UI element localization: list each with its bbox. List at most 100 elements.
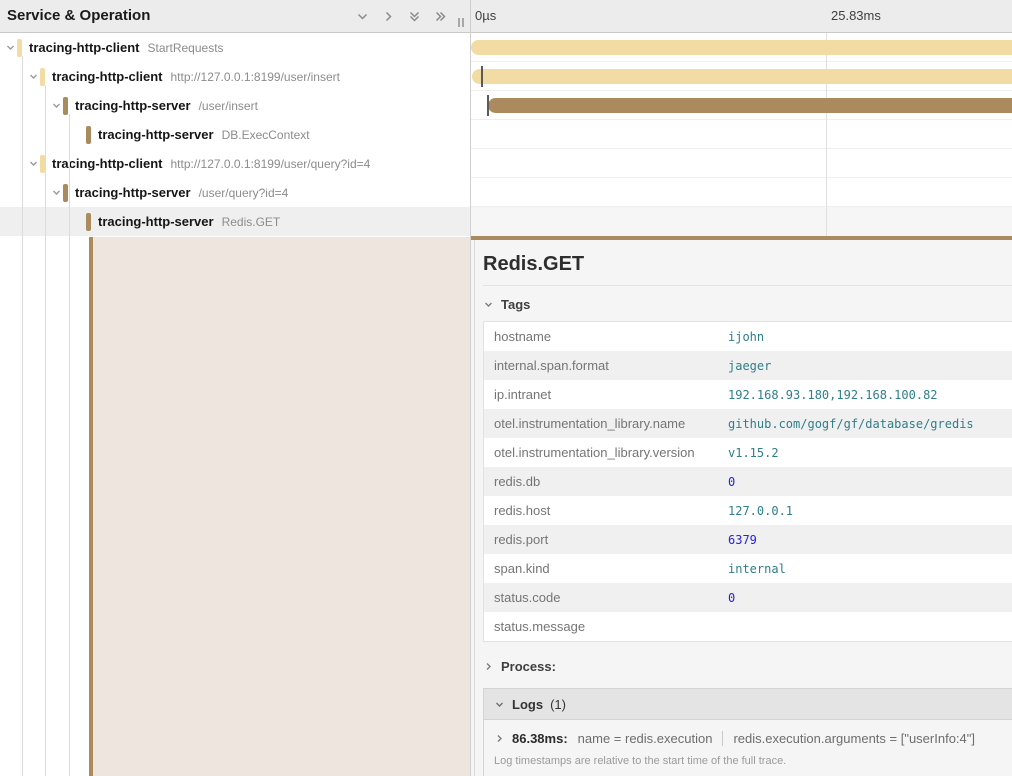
process-label: Process:: [501, 659, 556, 674]
tag-value: jaeger: [728, 359, 771, 373]
span-service: tracing-http-server: [75, 98, 191, 113]
trace-timeline-view: tracing-http-client StartRequests tracin…: [0, 0, 1012, 776]
chevron-right-icon: [494, 733, 505, 744]
tag-key: status.code: [484, 590, 728, 605]
span-bar[interactable]: [472, 69, 1012, 84]
span-service: tracing-http-server: [75, 185, 191, 200]
tag-key: hostname: [484, 329, 728, 344]
chevron-down-icon: [494, 699, 505, 710]
chevron-down-icon[interactable]: [3, 41, 17, 55]
log-field: name = redis.execution: [572, 731, 723, 746]
span-color-bar: [86, 126, 91, 144]
span-row[interactable]: tracing-http-client http://127.0.0.1:819…: [0, 62, 470, 91]
process-accordion-header[interactable]: Process:: [483, 659, 1012, 674]
expand-one-icon[interactable]: [381, 9, 396, 24]
span-list-header: Service & Operation: [0, 0, 470, 33]
timeline-tick-label: 0µs: [475, 8, 496, 23]
timeline-row[interactable]: [471, 149, 1012, 178]
span-row[interactable]: tracing-http-server DB.ExecContext: [0, 120, 470, 149]
span-bar[interactable]: [488, 98, 1012, 113]
span-row[interactable]: tracing-http-client http://127.0.0.1:819…: [0, 149, 470, 178]
span-bar[interactable]: [471, 40, 1012, 55]
tag-row: otel.instrumentation_library.namegithub.…: [484, 409, 1012, 438]
tag-value: 127.0.0.1: [728, 504, 793, 518]
indent-guide: [45, 85, 46, 776]
log-entry[interactable]: 86.38ms: name = redis.execution redis.ex…: [484, 720, 1012, 746]
timeline-row[interactable]: [471, 178, 1012, 207]
tag-key: redis.port: [484, 532, 728, 547]
tag-key: span.kind: [484, 561, 728, 576]
tag-value: 0: [728, 591, 735, 605]
tags-label: Tags: [501, 297, 530, 312]
tag-row: span.kindinternal: [484, 554, 1012, 583]
indent-guide: [69, 114, 70, 776]
span-operation: http://127.0.0.1:8199/user/query?id=4: [171, 157, 371, 171]
detail-divider: [483, 285, 1012, 286]
tag-key: redis.db: [484, 474, 728, 489]
span-list-title: Service & Operation: [7, 7, 150, 24]
expand-all-icon[interactable]: [433, 9, 448, 24]
tag-row: ip.intranet192.168.93.180,192.168.100.82: [484, 380, 1012, 409]
log-timestamp: 86.38ms:: [512, 731, 568, 746]
chevron-down-icon: [483, 299, 494, 310]
span-row[interactable]: tracing-http-server /user/query?id=4: [0, 178, 470, 207]
chevron-down-icon[interactable]: [26, 70, 40, 84]
tag-value: ijohn: [728, 330, 764, 344]
chevron-right-icon: [483, 661, 494, 672]
tag-value: 6379: [728, 533, 757, 547]
tag-value: v1.15.2: [728, 446, 779, 460]
timeline-row[interactable]: [471, 33, 1012, 62]
collapse-all-icon[interactable]: [407, 9, 422, 24]
timeline-gridline: [826, 33, 827, 237]
span-row-selected[interactable]: tracing-http-server Redis.GET: [0, 207, 470, 236]
timeline-tick-label: 25.83ms: [831, 8, 881, 23]
logs-count: (1): [550, 697, 566, 712]
span-color-bar: [40, 68, 45, 86]
tag-value: github.com/gogf/gf/database/gredis: [728, 417, 974, 431]
chevron-down-icon[interactable]: [26, 157, 40, 171]
span-operation: DB.ExecContext: [222, 128, 310, 142]
tag-row: hostnameijohn: [484, 322, 1012, 351]
detail-row-tint: [93, 237, 470, 776]
timeline-row[interactable]: [471, 62, 1012, 91]
column-resize-grip[interactable]: [458, 18, 464, 27]
collapse-one-icon[interactable]: [355, 9, 370, 24]
logs-footnote: Log timestamps are relative to the start…: [484, 746, 1012, 776]
timeline-row[interactable]: [471, 91, 1012, 120]
selected-span-bar[interactable]: [470, 236, 1012, 240]
logs-accordion-header[interactable]: Logs (1): [484, 689, 1012, 720]
chevron-down-icon[interactable]: [49, 99, 63, 113]
span-service: tracing-http-client: [52, 69, 163, 84]
tag-key: ip.intranet: [484, 387, 728, 402]
span-row[interactable]: tracing-http-server /user/insert: [0, 91, 470, 120]
span-operation: http://127.0.0.1:8199/user/insert: [171, 70, 340, 84]
span-service: tracing-http-client: [29, 40, 140, 55]
chevron-spacer: [72, 215, 86, 229]
tags-accordion-header[interactable]: Tags: [483, 297, 1012, 312]
logs-accordion: Logs (1) 86.38ms: name = redis.execution…: [483, 688, 1012, 776]
tag-row: status.message: [484, 612, 1012, 641]
span-operation: Redis.GET: [222, 215, 281, 229]
timeline-header: 0µs 25.83ms: [470, 0, 1012, 33]
timeline-row-selected[interactable]: [471, 207, 1012, 236]
tag-value: 0: [728, 475, 735, 489]
span-service: tracing-http-server: [98, 127, 214, 142]
timeline-row[interactable]: [471, 120, 1012, 149]
span-color-bar: [17, 39, 22, 57]
span-service: tracing-http-server: [98, 214, 214, 229]
span-operation: StartRequests: [148, 41, 224, 55]
tag-key: otel.instrumentation_library.name: [484, 416, 728, 431]
tag-row: redis.port6379: [484, 525, 1012, 554]
detail-row-left-column: [0, 237, 470, 776]
tag-key: status.message: [484, 619, 728, 634]
tag-row: otel.instrumentation_library.versionv1.1…: [484, 438, 1012, 467]
chevron-down-icon[interactable]: [49, 186, 63, 200]
tag-key: redis.host: [484, 503, 728, 518]
tag-key: otel.instrumentation_library.version: [484, 445, 728, 460]
panel-divider[interactable]: [470, 0, 471, 776]
span-color-bar: [63, 97, 68, 115]
span-row[interactable]: tracing-http-client StartRequests: [0, 33, 470, 62]
span-time-marker: [481, 66, 483, 87]
tags-table: hostnameijohn internal.span.formatjaeger…: [483, 321, 1012, 642]
span-time-marker: [487, 95, 489, 116]
